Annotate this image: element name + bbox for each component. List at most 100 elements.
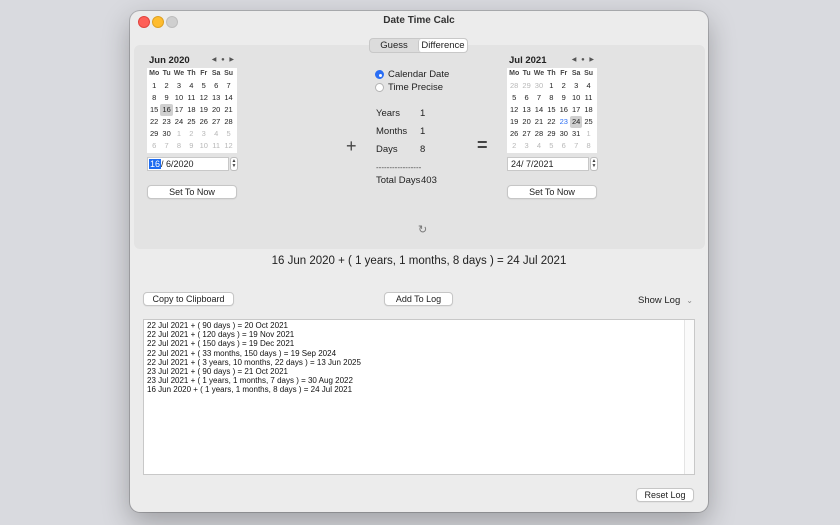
tab-guess[interactable]: Guess <box>370 39 418 52</box>
start-day-cell[interactable]: 2 <box>185 128 197 140</box>
start-day-cell[interactable]: 29 <box>148 128 160 140</box>
end-day-cell[interactable]: 17 <box>570 104 582 116</box>
start-day-cell[interactable]: 5 <box>198 80 210 92</box>
end-day-cell[interactable]: 27 <box>520 128 532 140</box>
chevron-right-icon[interactable]: ▶ <box>589 55 595 66</box>
start-day-cell[interactable]: 2 <box>160 80 172 92</box>
start-date-stepper[interactable]: ▲ ▼ <box>230 157 238 171</box>
end-day-cell[interactable]: 22 <box>545 116 557 128</box>
start-day-cell[interactable]: 8 <box>173 140 185 152</box>
end-day-cell[interactable]: 8 <box>582 140 594 152</box>
end-day-cell[interactable]: 29 <box>545 128 557 140</box>
start-day-cell[interactable]: 20 <box>210 104 222 116</box>
start-day-cell[interactable]: 30 <box>160 128 172 140</box>
start-day-cell[interactable]: 1 <box>148 80 160 92</box>
end-day-cell[interactable]: 1 <box>582 128 594 140</box>
start-day-cell[interactable]: 7 <box>222 80 234 92</box>
log-text-area[interactable]: 22 Jul 2021 + ( 90 days ) = 20 Oct 2021 2… <box>143 319 695 475</box>
end-date-field[interactable]: 24/ 7/2021 <box>507 157 589 171</box>
end-day-cell[interactable]: 30 <box>558 128 570 140</box>
years-value[interactable]: 1 <box>420 108 425 119</box>
start-day-cell[interactable]: 17 <box>173 104 185 116</box>
start-day-cell[interactable]: 6 <box>148 140 160 152</box>
end-day-cell[interactable]: 21 <box>533 116 545 128</box>
start-day-cell[interactable]: 16 <box>160 104 173 116</box>
end-day-cell[interactable]: 10 <box>570 92 582 104</box>
start-day-cell[interactable]: 10 <box>198 140 210 152</box>
start-day-cell[interactable]: 21 <box>222 104 234 116</box>
show-log-popup[interactable]: Show Log ⌄ <box>638 295 693 306</box>
calendar-date-radio[interactable]: Calendar Date <box>375 69 449 80</box>
end-day-cell[interactable]: 7 <box>570 140 582 152</box>
dot-icon[interactable]: ● <box>221 55 226 66</box>
end-day-cell[interactable]: 25 <box>582 116 594 128</box>
start-day-cell[interactable]: 9 <box>185 140 197 152</box>
chevron-right-icon[interactable]: ▶ <box>229 55 235 66</box>
end-day-cell[interactable]: 4 <box>582 80 594 92</box>
end-day-cell[interactable]: 18 <box>582 104 594 116</box>
start-day-cell[interactable]: 13 <box>210 92 222 104</box>
dot-icon[interactable]: ● <box>581 55 586 66</box>
start-date-field[interactable]: 16/ 6/2020 <box>147 157 229 171</box>
end-day-cell[interactable]: 12 <box>508 104 520 116</box>
end-day-cell[interactable]: 3 <box>520 140 532 152</box>
end-day-cell[interactable]: 5 <box>545 140 557 152</box>
chevron-left-icon[interactable]: ◀ <box>572 55 578 66</box>
start-day-cell[interactable]: 11 <box>210 140 222 152</box>
add-to-log-button[interactable]: Add To Log <box>384 292 453 306</box>
end-day-cell[interactable]: 8 <box>545 92 557 104</box>
end-set-to-now-button[interactable]: Set To Now <box>507 185 597 199</box>
start-day-cell[interactable]: 3 <box>173 80 185 92</box>
start-day-cell[interactable]: 11 <box>185 92 197 104</box>
days-value[interactable]: 8 <box>420 144 425 155</box>
end-day-cell[interactable]: 23 <box>558 116 570 128</box>
start-day-cell[interactable]: 4 <box>185 80 197 92</box>
end-day-cell[interactable]: 19 <box>508 116 520 128</box>
tab-difference[interactable]: Difference <box>418 39 467 52</box>
start-day-cell[interactable]: 15 <box>148 104 160 116</box>
end-day-cell[interactable]: 6 <box>520 92 532 104</box>
copy-to-clipboard-button[interactable]: Copy to Clipboard <box>143 292 234 306</box>
end-day-cell[interactable]: 4 <box>533 140 545 152</box>
start-day-cell[interactable]: 5 <box>222 128 234 140</box>
chevron-left-icon[interactable]: ◀ <box>212 55 218 66</box>
end-day-cell[interactable]: 16 <box>558 104 570 116</box>
start-day-cell[interactable]: 7 <box>160 140 172 152</box>
start-day-cell[interactable]: 4 <box>210 128 222 140</box>
end-day-cell[interactable]: 20 <box>520 116 532 128</box>
end-day-cell[interactable]: 3 <box>570 80 582 92</box>
start-day-cell[interactable]: 28 <box>222 116 234 128</box>
end-day-cell[interactable]: 1 <box>545 80 557 92</box>
end-day-cell[interactable]: 7 <box>533 92 545 104</box>
start-day-cell[interactable]: 14 <box>222 92 234 104</box>
start-day-cell[interactable]: 12 <box>222 140 234 152</box>
start-date-day-segment[interactable]: 16 <box>149 159 162 169</box>
end-day-cell[interactable]: 30 <box>533 80 545 92</box>
start-day-cell[interactable]: 6 <box>210 80 222 92</box>
start-day-cell[interactable]: 3 <box>198 128 210 140</box>
log-scrollbar[interactable] <box>684 320 694 474</box>
end-day-cell[interactable]: 15 <box>545 104 557 116</box>
start-day-cell[interactable]: 26 <box>198 116 210 128</box>
end-day-cell[interactable]: 28 <box>508 80 520 92</box>
end-day-cell[interactable]: 26 <box>508 128 520 140</box>
time-precise-radio[interactable]: Time Precise <box>375 82 443 93</box>
end-day-cell[interactable]: 5 <box>508 92 520 104</box>
start-day-cell[interactable]: 10 <box>173 92 185 104</box>
end-day-cell[interactable]: 13 <box>520 104 532 116</box>
months-value[interactable]: 1 <box>420 126 425 137</box>
start-day-cell[interactable]: 12 <box>198 92 210 104</box>
end-day-cell[interactable]: 6 <box>558 140 570 152</box>
start-day-cell[interactable]: 1 <box>173 128 185 140</box>
end-day-cell[interactable]: 14 <box>533 104 545 116</box>
refresh-icon[interactable]: ↻ <box>418 223 427 236</box>
start-day-cell[interactable]: 9 <box>160 92 172 104</box>
start-day-cell[interactable]: 19 <box>198 104 210 116</box>
start-day-cell[interactable]: 18 <box>185 104 197 116</box>
start-set-to-now-button[interactable]: Set To Now <box>147 185 237 199</box>
end-day-cell[interactable]: 28 <box>533 128 545 140</box>
start-day-cell[interactable]: 24 <box>173 116 185 128</box>
end-day-cell[interactable]: 11 <box>582 92 594 104</box>
end-day-cell[interactable]: 2 <box>558 80 570 92</box>
end-day-cell[interactable]: 24 <box>569 116 583 128</box>
